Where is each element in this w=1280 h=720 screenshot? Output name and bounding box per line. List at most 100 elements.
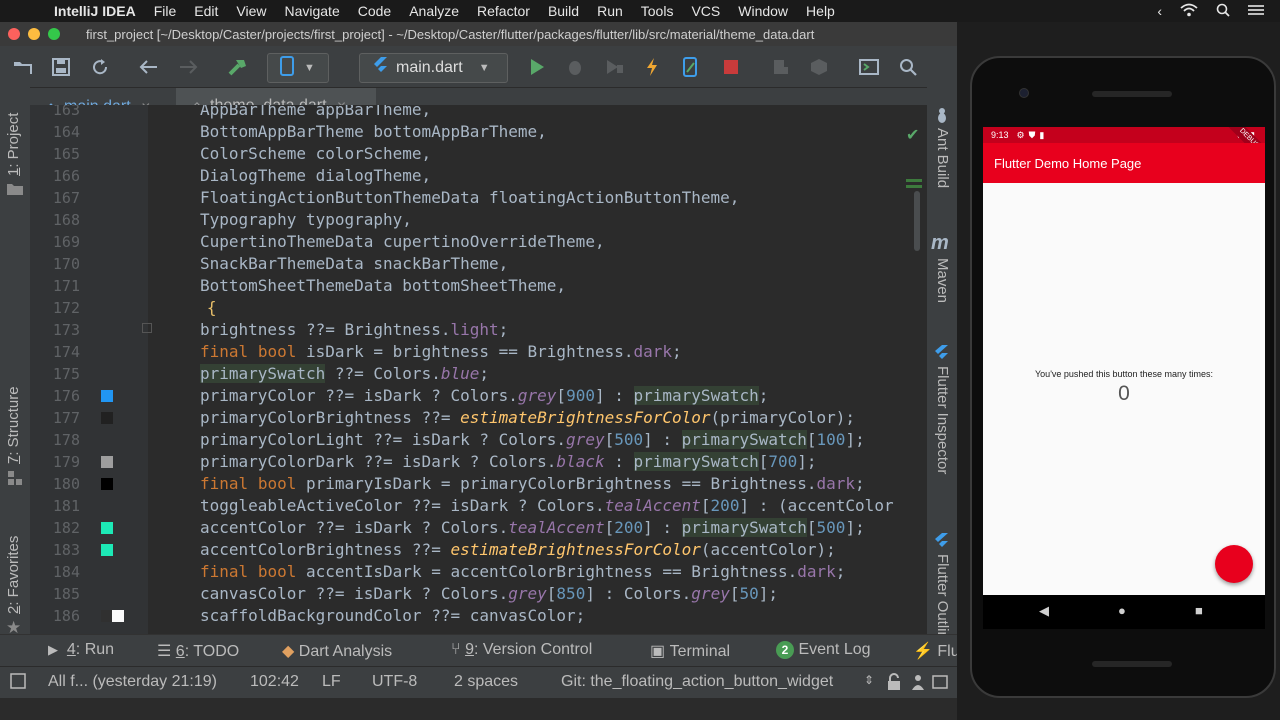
code-line: BottomSheetThemeData bottomSheetTheme,: [200, 276, 567, 295]
chevron-left-icon[interactable]: ‹: [1157, 3, 1162, 19]
line-separator[interactable]: LF: [322, 673, 341, 691]
lock-icon[interactable]: [886, 673, 902, 696]
caret-position[interactable]: 102:42: [250, 673, 299, 691]
sdk-icon[interactable]: [808, 56, 830, 78]
color-swatch-grey900[interactable]: [101, 412, 113, 424]
hector-icon[interactable]: [910, 673, 926, 696]
run-config-selector[interactable]: main.dart ▼: [359, 53, 508, 83]
save-icon[interactable]: [50, 56, 72, 78]
list-menu-icon[interactable]: [1248, 3, 1264, 19]
menu-analyze[interactable]: Analyze: [409, 3, 459, 19]
code-line: final bool accentIsDark = accentColorBri…: [200, 562, 846, 581]
back-nav-icon[interactable]: ◀: [1039, 603, 1049, 619]
editor-scrollbar[interactable]: [914, 191, 920, 251]
build-icon[interactable]: [227, 56, 249, 78]
device-selector[interactable]: ▼: [267, 53, 329, 83]
line-number: 167: [52, 189, 80, 207]
line-number: 173: [52, 321, 80, 339]
debug-icon[interactable]: [564, 56, 586, 78]
line-number: 179: [52, 453, 80, 471]
code-area[interactable]: AppBarTheme appBarTheme, BottomAppBarThe…: [200, 105, 927, 656]
version-control-icon: ⑂: [451, 641, 461, 658]
line-number: 168: [52, 211, 80, 229]
menu-build[interactable]: Build: [548, 3, 579, 19]
memory-indicator-icon: [932, 673, 948, 696]
hot-reload-icon[interactable]: [641, 56, 663, 78]
device-manager-icon[interactable]: [770, 56, 792, 78]
terminal-window-icon[interactable]: [858, 56, 880, 78]
zoom-window-icon[interactable]: [48, 28, 60, 40]
file-encoding[interactable]: UTF-8: [372, 673, 417, 691]
flutter-attach-icon[interactable]: [679, 56, 701, 78]
wifi-icon[interactable]: [1180, 3, 1198, 20]
right-tool-strip: Ant Build m Maven Flutter Inspector Flut…: [927, 66, 957, 656]
tool-window-flutter-inspector[interactable]: Flutter Inspector: [934, 366, 951, 474]
menu-tools[interactable]: Tools: [641, 3, 674, 19]
tool-tab-todo[interactable]: ☰ 6: TODO: [157, 641, 239, 661]
coverage-icon[interactable]: [603, 56, 625, 78]
tool-window-project[interactable]: 1: Project: [5, 113, 22, 176]
menu-app[interactable]: IntelliJ IDEA: [54, 3, 136, 19]
line-number: 185: [52, 585, 80, 603]
flutter-icon: [372, 56, 388, 81]
notification-icon: ▮: [1039, 129, 1045, 140]
tool-tab-version-control[interactable]: ⑂ 9: Version Control: [451, 641, 592, 659]
indent-setting[interactable]: 2 spaces: [454, 673, 518, 691]
stop-icon[interactable]: [720, 56, 742, 78]
phone-screen[interactable]: 9:13 ⚙ ⛊ ▮ ▼ ▮ DEBUG Flutter Demo Home P…: [983, 127, 1265, 595]
forward-icon[interactable]: [177, 56, 199, 78]
search-icon[interactable]: [897, 56, 919, 78]
git-branch[interactable]: Git: the_floating_action_button_widget: [561, 673, 833, 691]
tool-window-ant-build[interactable]: Ant Build: [934, 128, 951, 188]
menu-run[interactable]: Run: [597, 3, 623, 19]
run-icon[interactable]: [526, 56, 548, 78]
code-editor[interactable]: 163 164 165 166 167 168 169 170 171 172 …: [30, 105, 927, 656]
home-nav-icon[interactable]: ●: [1118, 603, 1126, 618]
minimize-window-icon[interactable]: [28, 28, 40, 40]
line-number: 182: [52, 519, 80, 537]
tool-window-favorites[interactable]: 2: Favorites: [5, 536, 22, 614]
menu-refactor[interactable]: Refactor: [477, 3, 530, 19]
tool-tab-flutter[interactable]: ⚡ Flu: [913, 641, 960, 661]
tool-window-structure[interactable]: 7: Structure: [5, 386, 22, 464]
menu-window[interactable]: Window: [738, 3, 788, 19]
flutter-outline-icon: [933, 532, 949, 555]
line-number: 184: [52, 563, 80, 581]
menu-view[interactable]: View: [236, 3, 266, 19]
menu-vcs[interactable]: VCS: [691, 3, 720, 19]
menu-edit[interactable]: Edit: [194, 3, 218, 19]
status-message[interactable]: All f... (yesterday 21:19): [48, 673, 217, 691]
app-bar: Flutter Demo Home Page: [983, 143, 1265, 183]
recents-nav-icon[interactable]: ■: [1195, 603, 1203, 618]
color-swatch-grey50[interactable]: [112, 610, 124, 622]
tool-tab-dart-analysis[interactable]: ◆ Dart Analysis: [282, 641, 392, 661]
menu-code[interactable]: Code: [358, 3, 391, 19]
menu-help[interactable]: Help: [806, 3, 835, 19]
tool-tab-run[interactable]: ▶ 4: Run: [48, 641, 114, 659]
menu-navigate[interactable]: Navigate: [284, 3, 339, 19]
inspection-ok-icon[interactable]: ✔: [906, 125, 919, 145]
back-icon[interactable]: [138, 56, 160, 78]
todo-icon: ☰: [157, 643, 172, 660]
color-swatch-grey500[interactable]: [101, 456, 113, 468]
status-time: 9:13: [991, 130, 1009, 140]
floating-action-button[interactable]: [1215, 545, 1253, 583]
tool-tab-terminal[interactable]: ▣ Terminal: [650, 641, 730, 661]
device-icon: [280, 55, 294, 81]
color-swatch-teal-accent[interactable]: [101, 522, 113, 534]
tool-tab-event-log[interactable]: 2 Event Log: [776, 641, 871, 659]
line-number: 166: [52, 167, 80, 185]
toggle-tool-windows-icon[interactable]: [10, 673, 26, 694]
code-line: ColorScheme colorScheme,: [200, 144, 432, 163]
color-swatch-blue[interactable]: [101, 390, 113, 402]
line-number: 174: [52, 343, 80, 361]
color-swatch-teal-accent[interactable]: [101, 544, 113, 556]
close-window-icon[interactable]: [8, 28, 20, 40]
sync-icon[interactable]: [89, 56, 111, 78]
menu-file[interactable]: File: [154, 3, 177, 19]
tool-window-maven[interactable]: Maven: [934, 258, 951, 303]
color-swatch-black[interactable]: [101, 478, 113, 490]
fold-marker-icon[interactable]: [142, 323, 152, 333]
line-number: 169: [52, 233, 80, 251]
spotlight-search-icon[interactable]: [1216, 3, 1230, 20]
